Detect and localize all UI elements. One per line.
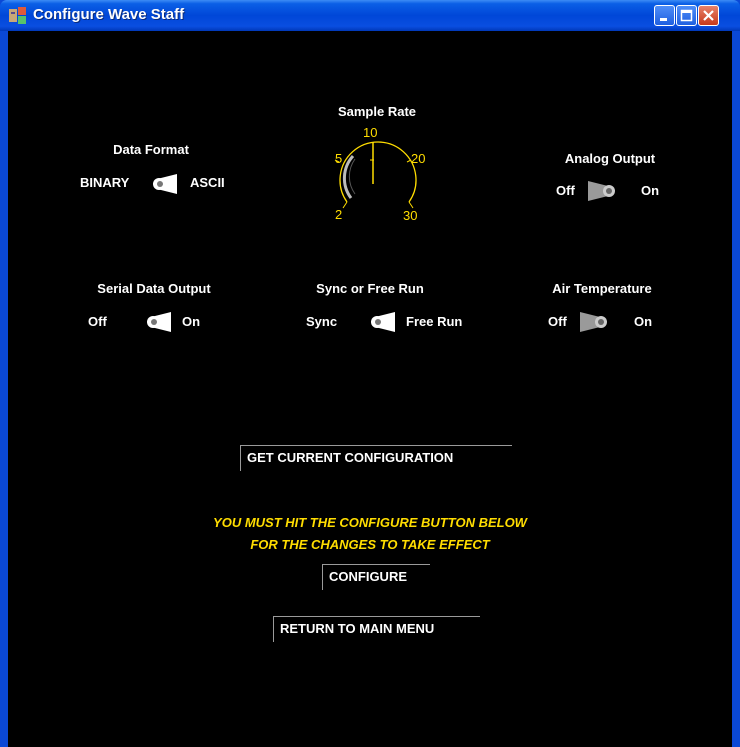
- sample-rate-knob[interactable]: [325, 124, 445, 232]
- maximize-icon: [680, 9, 693, 22]
- maximize-button[interactable]: [676, 5, 697, 26]
- close-icon: [703, 10, 714, 21]
- get-current-configuration-button[interactable]: GET CURRENT CONFIGURATION: [240, 445, 512, 471]
- title-bar[interactable]: Configure Wave Staff: [0, 0, 740, 31]
- sync-free-run-heading: Sync or Free Run: [316, 281, 424, 296]
- window-title: Configure Wave Staff: [33, 6, 185, 23]
- sample-rate-tick-20: 20: [411, 151, 426, 166]
- minimize-icon: [660, 18, 667, 21]
- main-panel: Data Format BINARY ASCII Sample Rate 5 1…: [8, 31, 732, 747]
- data-format-toggle[interactable]: [153, 172, 187, 196]
- air-temperature-heading: Air Temperature: [552, 281, 652, 296]
- serial-data-output-on-label: On: [182, 314, 201, 329]
- app-icon: [9, 7, 26, 24]
- sync-free-run-toggle[interactable]: [371, 310, 405, 334]
- close-button[interactable]: [698, 5, 719, 26]
- sync-label: Sync: [306, 314, 338, 329]
- analog-output-toggle[interactable]: [582, 179, 616, 203]
- serial-data-output-heading: Serial Data Output: [97, 281, 211, 296]
- analog-output-off-label: Off: [556, 183, 575, 198]
- air-temperature-toggle[interactable]: [574, 310, 608, 334]
- serial-data-output-off-label: Off: [88, 314, 107, 329]
- air-temperature-off-label: Off: [548, 314, 567, 329]
- warning-line-1: YOU MUST HIT THE CONFIGURE BUTTON BELOW: [213, 515, 527, 530]
- warning-line-2: FOR THE CHANGES TO TAKE EFFECT: [250, 537, 490, 552]
- data-format-ascii-label: ASCII: [190, 175, 225, 190]
- sample-rate-tick-10: 10: [363, 125, 378, 140]
- app-window: Configure Wave Staff Data Format BINARY …: [0, 0, 740, 747]
- sample-rate-heading: Sample Rate: [337, 104, 417, 119]
- sample-rate-tick-5: 5: [335, 151, 343, 166]
- analog-output-heading: Analog Output: [564, 151, 656, 166]
- analog-output-on-label: On: [641, 183, 660, 198]
- return-to-main-menu-button[interactable]: RETURN TO MAIN MENU: [273, 616, 480, 642]
- sample-rate-tick-2: 2: [335, 207, 343, 222]
- minimize-button[interactable]: [654, 5, 675, 26]
- sample-rate-tick-30: 30: [403, 208, 418, 223]
- air-temperature-on-label: On: [634, 314, 653, 329]
- data-format-heading: Data Format: [113, 142, 189, 157]
- configure-button[interactable]: CONFIGURE: [322, 564, 430, 590]
- serial-data-output-toggle[interactable]: [147, 310, 181, 334]
- free-run-label: Free Run: [406, 314, 463, 329]
- data-format-binary-label: BINARY: [80, 175, 130, 190]
